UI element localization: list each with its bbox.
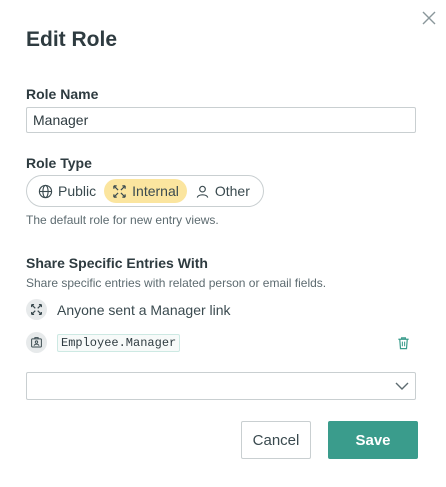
- share-label: Share Specific Entries With: [26, 255, 208, 271]
- role-type-internal[interactable]: Internal: [104, 179, 187, 203]
- role-type-other[interactable]: Other: [187, 179, 258, 203]
- edit-role-dialog: Edit Role Role Name Role Type Public Int…: [0, 0, 446, 487]
- role-type-public[interactable]: Public: [30, 179, 104, 203]
- dialog-title: Edit Role: [26, 28, 118, 51]
- role-type-internal-label: Internal: [132, 183, 179, 199]
- trash-icon[interactable]: [396, 335, 411, 356]
- share-helper: Share specific entries with related pers…: [26, 276, 327, 290]
- globe-icon: [38, 184, 53, 198]
- role-name-label: Role Name: [26, 86, 99, 102]
- person-icon: [196, 185, 209, 198]
- share-link-row: Anyone sent a Manager link: [26, 299, 231, 320]
- chevron-down-icon: [395, 382, 409, 390]
- close-icon[interactable]: [421, 10, 437, 26]
- share-field-row: Employee.Manager: [26, 332, 181, 353]
- internal-icon: [113, 184, 126, 198]
- save-button[interactable]: Save: [328, 421, 418, 459]
- field-reference: Employee.Manager: [57, 333, 181, 352]
- share-link-text: Anyone sent a Manager link: [57, 301, 231, 318]
- role-type-other-label: Other: [214, 183, 250, 199]
- role-name-input[interactable]: [26, 107, 416, 133]
- contact-card-icon: [26, 332, 47, 353]
- role-type-public-label: Public: [58, 183, 97, 199]
- role-type-selector: Public Internal Other: [26, 175, 264, 207]
- cancel-button[interactable]: Cancel: [241, 421, 311, 459]
- role-type-label: Role Type: [26, 155, 92, 171]
- internal-link-icon: [26, 299, 47, 320]
- role-type-helper: The default role for new entry views.: [26, 213, 219, 227]
- share-field-select[interactable]: [26, 372, 416, 400]
